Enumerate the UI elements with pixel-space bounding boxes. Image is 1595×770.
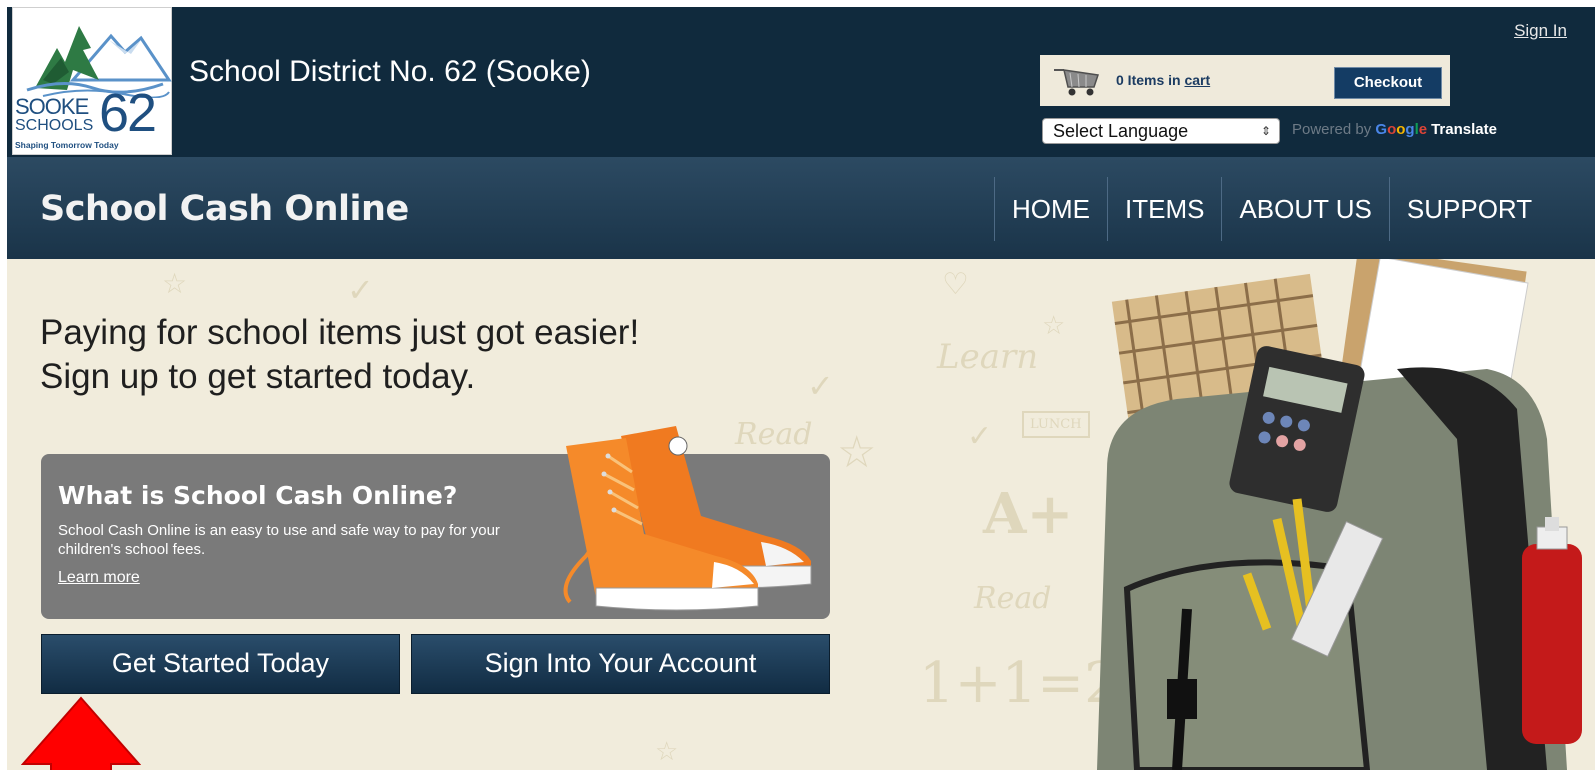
main-nav-bar: School Cash Online HOME ITEMS ABOUT US S…: [7, 157, 1595, 259]
logo-word-schools: SCHOOLS: [15, 117, 94, 134]
sneakers-image: [563, 426, 812, 611]
hero-headline-line2: Sign up to get started today.: [40, 357, 476, 396]
red-arrow-icon: [21, 696, 141, 770]
translate-text: Translate: [1431, 121, 1497, 138]
check-doodle-icon: ✓: [347, 271, 374, 309]
sign-into-account-button[interactable]: Sign Into Your Account: [411, 634, 830, 694]
doodle-a-plus: A+: [983, 481, 1074, 547]
logo-number: 62: [99, 83, 157, 143]
sign-in-link[interactable]: Sign In: [1514, 21, 1567, 41]
shopping-cart-icon[interactable]: [1052, 65, 1104, 97]
doodle-learn: Learn: [937, 337, 1039, 377]
cart-link[interactable]: cart: [1184, 72, 1210, 88]
site-brand[interactable]: School Cash Online: [40, 189, 409, 229]
nav-menu: HOME ITEMS ABOUT US SUPPORT: [994, 177, 1549, 241]
select-arrows-icon: ⇕: [1260, 124, 1271, 138]
language-select-value: Select Language: [1053, 121, 1189, 141]
district-logo[interactable]: SOOKE SCHOOLS 62 Shaping Tomorrow Today: [12, 7, 172, 155]
hero-section: Learn Read A+ Read 1+1=2 LUNCH ☆ ✓ ✓ ☆ ♡…: [7, 259, 1595, 770]
heart-doodle-icon: ♡: [942, 267, 969, 302]
powered-by-google-translate[interactable]: Powered by Google Translate: [1292, 121, 1497, 138]
check-doodle-icon-2: ✓: [807, 367, 834, 405]
powered-by-text: Powered by: [1292, 121, 1372, 138]
nav-item-home[interactable]: HOME: [994, 177, 1107, 241]
star-doodle-icon-2: ☆: [837, 427, 877, 478]
info-panel: What is School Cash Online? School Cash …: [41, 426, 830, 619]
top-header: SOOKE SCHOOLS 62 Shaping Tomorrow Today …: [7, 7, 1595, 157]
get-started-button[interactable]: Get Started Today: [41, 634, 400, 694]
google-wordmark: Google: [1375, 121, 1428, 138]
hero-headline-line1: Paying for school items just got easier!: [40, 313, 640, 352]
star-doodle-icon: ☆: [162, 267, 188, 300]
star-doodle-icon-4: ☆: [655, 737, 679, 767]
cart-summary: 0 Items in cart Checkout: [1040, 55, 1450, 106]
district-name: School District No. 62 (Sooke): [189, 55, 591, 88]
nav-item-support[interactable]: SUPPORT: [1388, 177, 1549, 241]
learn-more-link[interactable]: Learn more: [58, 569, 140, 587]
nav-item-items[interactable]: ITEMS: [1107, 177, 1221, 241]
star-doodle-icon-3: ☆: [1042, 311, 1066, 341]
cart-count-text: 0 Items in: [1116, 72, 1181, 88]
checkout-button[interactable]: Checkout: [1334, 67, 1442, 99]
hero-headline: Paying for school items just got easier!…: [40, 311, 639, 399]
backpack-image: [1097, 259, 1582, 770]
logo-tagline: Shaping Tomorrow Today: [15, 140, 119, 150]
check-doodle-icon-3: ✓: [967, 419, 993, 454]
cart-count: 0 Items in cart: [1116, 72, 1210, 88]
nav-item-about-us[interactable]: ABOUT US: [1221, 177, 1388, 241]
language-select[interactable]: Select Language ⇕: [1042, 118, 1280, 144]
info-title: What is School Cash Online?: [58, 481, 458, 510]
doodle-read-2: Read: [974, 581, 1052, 616]
browser-viewport: SOOKE SCHOOLS 62 Shaping Tomorrow Today …: [7, 7, 1595, 770]
info-description: School Cash Online is an easy to use and…: [58, 522, 500, 558]
